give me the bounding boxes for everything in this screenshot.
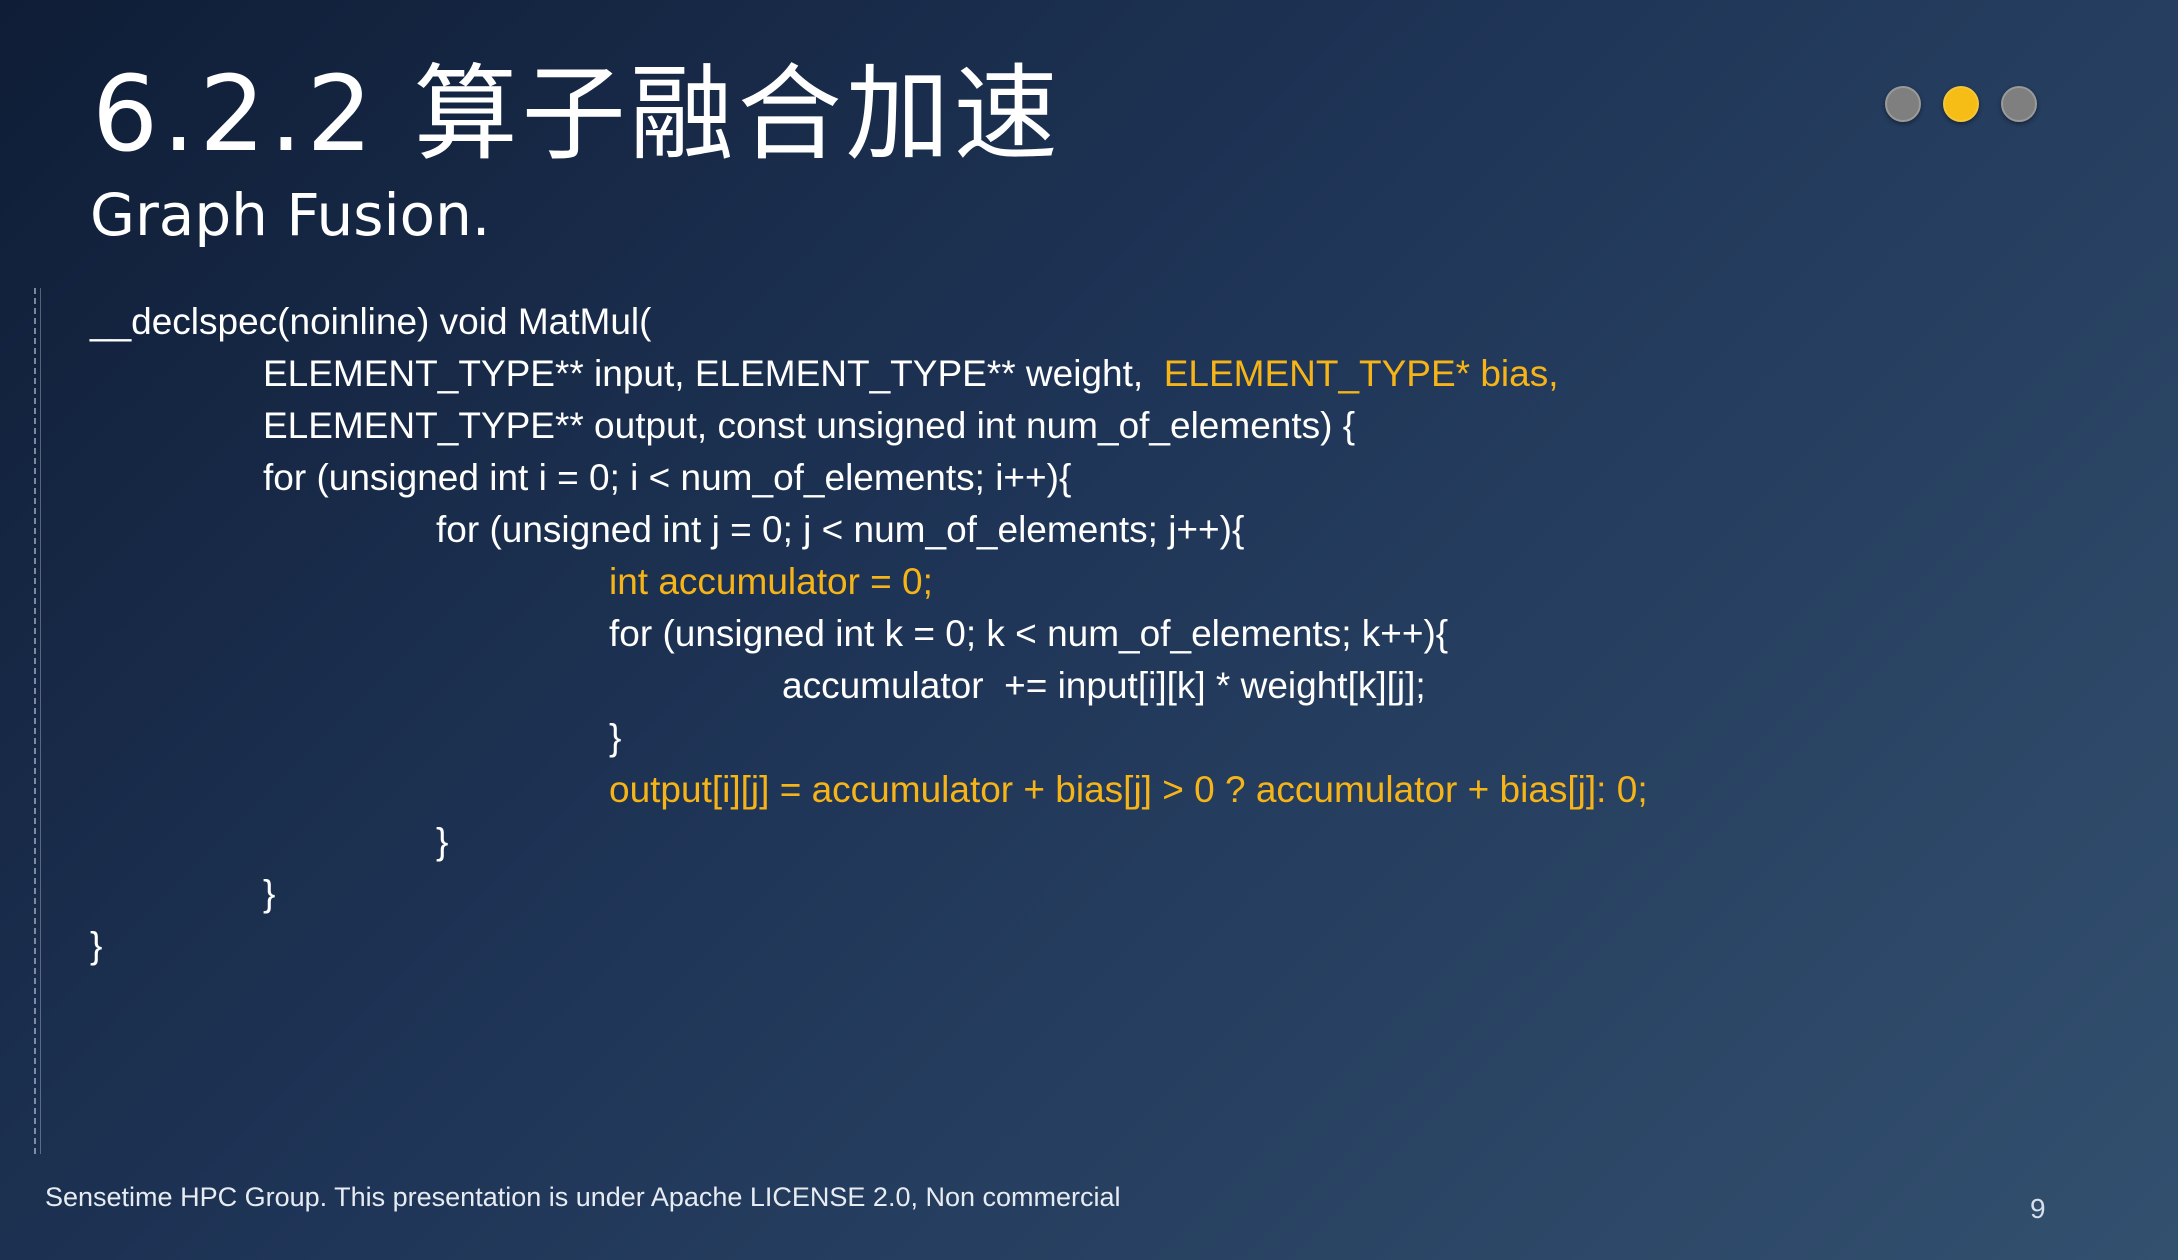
slide-subtitle: Graph Fusion. [90, 181, 491, 249]
code-line: } [436, 821, 449, 862]
code-line: } [90, 925, 103, 966]
code-line: } [263, 873, 276, 914]
code-line: __declspec(noinline) void MatMul( [90, 301, 652, 342]
progress-dot-1[interactable] [1885, 86, 1921, 122]
slide: 6.2.2 算子融合加速 Graph Fusion. __declspec(no… [0, 0, 2178, 1260]
code-line: ELEMENT_TYPE** input, ELEMENT_TYPE** wei… [90, 348, 1648, 400]
progress-dot-2-active[interactable] [1943, 86, 1979, 122]
code-line: for (unsigned int k = 0; k < num_of_elem… [609, 613, 1449, 654]
code-line-highlight: output[i][j] = accumulator + bias[j] > 0… [609, 769, 1648, 810]
code-line: for (unsigned int j = 0; j < num_of_elem… [436, 509, 1245, 550]
code-line: accumulator += input[i][k] * weight[k][j… [782, 665, 1426, 706]
code-block: __declspec(noinline) void MatMul( ELEMEN… [90, 296, 1648, 972]
code-highlight: ELEMENT_TYPE* bias, [1163, 353, 1559, 394]
code-line-highlight: int accumulator = 0; [609, 561, 933, 602]
progress-dots [1885, 86, 2037, 122]
progress-dot-3[interactable] [2001, 86, 2037, 122]
code-line: ELEMENT_TYPE** output, const unsigned in… [263, 405, 1356, 446]
code-line: } [609, 717, 622, 758]
code-line: for (unsigned int i = 0; i < num_of_elem… [263, 457, 1072, 498]
page-number: 9 [2030, 1193, 2046, 1224]
left-divider-line [34, 288, 36, 1154]
code-text: ELEMENT_TYPE** input, ELEMENT_TYPE** wei… [263, 353, 1164, 394]
slide-title: 6.2.2 算子融合加速 [92, 53, 1062, 175]
left-divider-line-inner [40, 288, 41, 1154]
footer-license-text: Sensetime HPC Group. This presentation i… [45, 1182, 1121, 1212]
